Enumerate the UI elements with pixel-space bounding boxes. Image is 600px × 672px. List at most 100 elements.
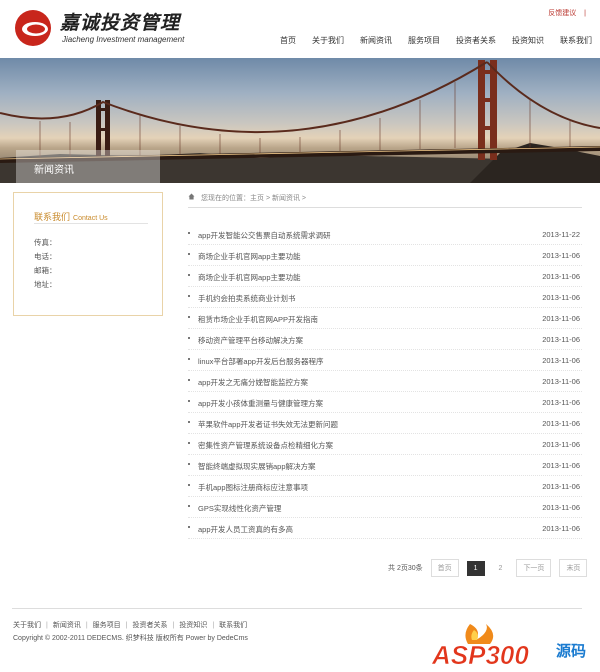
nav-item-news[interactable]: 新闻资讯	[360, 35, 392, 46]
pagination: 共 2页30条 首页 1 2 下一页 末页	[388, 559, 588, 577]
footer-link-services[interactable]: 服务项目	[93, 622, 121, 629]
logo-icon[interactable]	[14, 9, 52, 47]
news-date: 2013-11-06	[542, 461, 580, 470]
news-date: 2013-11-06	[542, 314, 580, 323]
news-row[interactable]: 密集性资产管理系统设备点检精细化方案 2013-11-06	[188, 434, 582, 455]
bullet-icon	[188, 316, 190, 318]
sidebar-heading: 联系我们 Contact Us	[34, 210, 108, 223]
news-title-link[interactable]: app开发小孩体重测量与健康管理方案	[198, 398, 323, 409]
news-list: app开发智能公交售票自动系统需求调研 2013-11-22 商场企业手机官网app…	[188, 224, 582, 539]
news-title-link[interactable]: 手机约会拍卖系统商业计划书	[198, 293, 296, 304]
news-date: 2013-11-06	[542, 419, 580, 428]
news-date: 2013-11-06	[542, 440, 580, 449]
news-title-link[interactable]: 商场企业手机官网app主要功能	[198, 251, 301, 262]
news-date: 2013-11-06	[542, 335, 580, 344]
bullet-icon	[188, 463, 190, 465]
bullet-icon	[188, 484, 190, 486]
news-date: 2013-11-06	[542, 356, 580, 365]
footer-link-investor-relations[interactable]: 投资者关系	[132, 622, 167, 629]
news-row[interactable]: 商场企业手机官网app主要功能 2013-11-06	[188, 245, 582, 266]
bullet-icon	[188, 505, 190, 507]
news-title-link[interactable]: 密集性资产管理系统设备点检精细化方案	[198, 440, 333, 451]
news-title-link[interactable]: 智能终端虚拟现实展销app解决方案	[198, 461, 316, 472]
nav-item-knowledge[interactable]: 投资知识	[512, 35, 544, 46]
news-title-link[interactable]: 商场企业手机官网app主要功能	[198, 272, 301, 283]
section-title: 新闻资讯	[34, 165, 74, 176]
news-title-link[interactable]: 手机app图标注册商标应注意事项	[198, 482, 308, 493]
last-page-button[interactable]: 末页	[559, 559, 588, 577]
footer-link-about[interactable]: 关于我们	[13, 622, 41, 629]
bullet-icon	[188, 337, 190, 339]
news-row[interactable]: 商场企业手机官网app主要功能 2013-11-06	[188, 266, 582, 287]
news-row[interactable]: 手机约会拍卖系统商业计划书 2013-11-06	[188, 287, 582, 308]
news-title-link[interactable]: GPS实现线性化资产管理	[198, 503, 281, 514]
address-label: 地址：	[34, 280, 57, 289]
news-row[interactable]: app开发之无痛分娩智能监控方案 2013-11-06	[188, 371, 582, 392]
news-row[interactable]: 智能终端虚拟现实展销app解决方案 2013-11-06	[188, 455, 582, 476]
bullet-icon	[188, 400, 190, 402]
bullet-icon	[188, 253, 190, 255]
footer-link-contact[interactable]: 联系我们	[219, 622, 247, 629]
news-row[interactable]: app开发人员工资真的有多高 2013-11-06	[188, 518, 582, 539]
news-title-link[interactable]: 移动资产管理平台移动解决方案	[198, 335, 303, 346]
news-title-link[interactable]: app开发智能公交售票自动系统需求调研	[198, 230, 331, 241]
nav-item-home[interactable]: 首页	[280, 35, 296, 46]
footer-link-knowledge[interactable]: 投资知识	[179, 622, 207, 629]
main-nav: 首页 关于我们 新闻资讯 服务项目 投资者关系 投资知识 联系我们	[264, 35, 592, 46]
footer-divider	[12, 608, 582, 609]
bullet-icon	[188, 232, 190, 234]
news-row[interactable]: app开发智能公交售票自动系统需求调研 2013-11-22	[188, 224, 582, 245]
sidebar-divider	[34, 223, 148, 224]
svg-text:ASP300: ASP300	[432, 640, 529, 670]
home-icon[interactable]	[188, 193, 195, 202]
news-row[interactable]: app开发小孩体重测量与健康管理方案 2013-11-06	[188, 392, 582, 413]
news-title-link[interactable]: 租赁市场企业手机官网APP开发指南	[198, 314, 318, 325]
phone-label: 电话：	[34, 252, 57, 261]
bullet-icon	[188, 421, 190, 423]
breadcrumb-divider	[188, 207, 582, 208]
footer-separator: |	[172, 622, 175, 629]
news-date: 2013-11-06	[542, 293, 580, 302]
news-date: 2013-11-06	[542, 524, 580, 533]
top-links-separator: |	[584, 10, 586, 17]
news-title-link[interactable]: 苹果软件app开发者证书失效无法更新问题	[198, 419, 338, 430]
news-title-link[interactable]: app开发人员工资真的有多高	[198, 524, 293, 535]
news-row[interactable]: GPS实现线性化资产管理 2013-11-06	[188, 497, 582, 518]
news-row[interactable]: 移动资产管理平台移动解决方案 2013-11-06	[188, 329, 582, 350]
news-row[interactable]: 手机app图标注册商标应注意事项 2013-11-06	[188, 476, 582, 497]
footer-links: 关于我们 | 新闻资讯 | 服务项目 | 投资者关系 | 投资知识 | 联系我们	[13, 620, 247, 630]
breadcrumb-text[interactable]: 您现在的位置：主页 > 新闻资讯 >	[201, 195, 306, 202]
news-date: 2013-11-06	[542, 503, 580, 512]
bullet-icon	[188, 295, 190, 297]
news-row[interactable]: linux平台部署app开发后台服务器程序 2013-11-06	[188, 350, 582, 371]
page-2-link[interactable]: 2	[492, 561, 509, 575]
news-date: 2013-11-06	[542, 482, 580, 491]
bullet-icon	[188, 526, 190, 528]
nav-item-investor-relations[interactable]: 投资者关系	[456, 35, 496, 46]
brand-name: 嘉诚投资管理	[60, 12, 181, 34]
top-links: 反馈建议 |	[542, 8, 586, 18]
asp300-watermark-logo: ASP300 源码	[432, 624, 586, 670]
nav-item-contact[interactable]: 联系我们	[560, 35, 592, 46]
sidebar-heading-en: Contact Us	[73, 215, 108, 222]
news-date: 2013-11-06	[542, 272, 580, 281]
news-row[interactable]: 苹果软件app开发者证书失效无法更新问题 2013-11-06	[188, 413, 582, 434]
current-page: 1	[466, 560, 485, 576]
news-title-link[interactable]: app开发之无痛分娩智能监控方案	[198, 377, 308, 388]
feedback-link[interactable]: 反馈建议	[548, 10, 576, 17]
news-row[interactable]: 租赁市场企业手机官网APP开发指南 2013-11-06	[188, 308, 582, 329]
footer-link-news[interactable]: 新闻资讯	[53, 622, 81, 629]
first-page-button[interactable]: 首页	[430, 559, 459, 577]
bullet-icon	[188, 274, 190, 276]
news-title-link[interactable]: linux平台部署app开发后台服务器程序	[198, 356, 323, 367]
news-date: 2013-11-22	[542, 230, 580, 239]
footer-separator: |	[212, 622, 215, 629]
footer-separator: |	[125, 622, 128, 629]
nav-item-about[interactable]: 关于我们	[312, 35, 344, 46]
bullet-icon	[188, 442, 190, 444]
footer-separator: |	[85, 622, 88, 629]
site-header: 嘉诚投资管理 Jiacheng Investment management 反馈…	[0, 0, 600, 58]
nav-item-services[interactable]: 服务项目	[408, 35, 440, 46]
next-page-button[interactable]: 下一页	[516, 559, 552, 577]
email-label: 邮箱：	[34, 266, 57, 275]
